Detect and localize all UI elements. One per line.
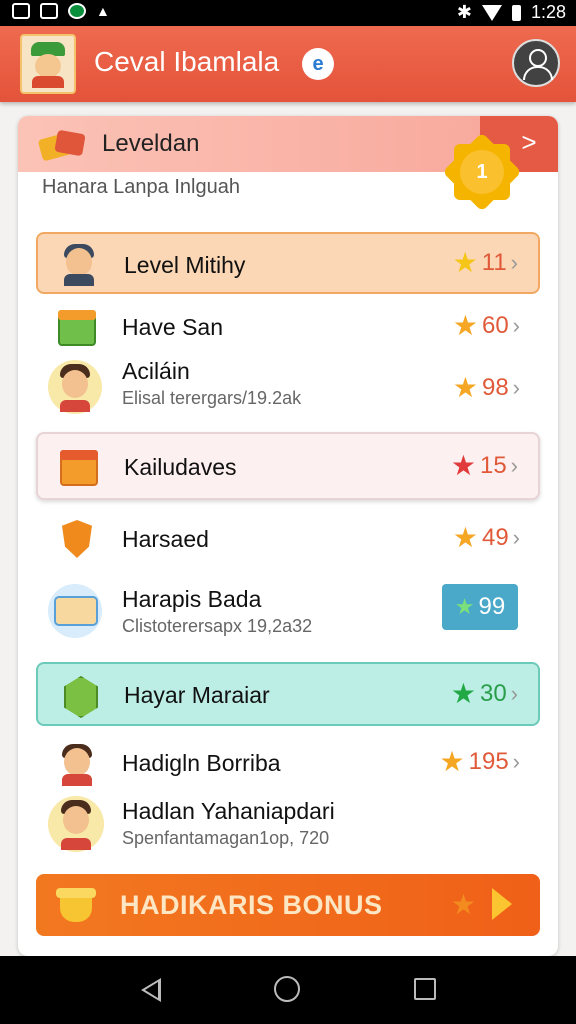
chevron-right-icon: ›	[512, 375, 520, 400]
list-item-title: Aciláin	[122, 358, 190, 384]
status-bar: ▲ ✱ 1:28	[0, 0, 576, 26]
list-item-score: ★ 49 ›	[453, 524, 520, 552]
score-value: 195	[468, 748, 509, 775]
star-icon: ★	[450, 889, 476, 920]
bonus-button[interactable]: HADIKARIS BONUS ★	[36, 874, 540, 936]
list-item-score: ★ 15 ›	[451, 452, 518, 480]
list-item[interactable]: Harapis Bada Clistoterersapx 19,2a32 ★ 9…	[36, 576, 540, 644]
wifi-icon	[481, 4, 502, 21]
list-item-title: Harapis Bada	[122, 586, 262, 612]
star-icon: ★	[454, 594, 475, 619]
list-item-title: Hadigln Borriba	[122, 750, 281, 776]
gem-icon	[56, 672, 102, 718]
status-indicators: ✱ 1:28	[457, 2, 566, 23]
chevron-right-icon: ›	[512, 525, 520, 550]
list-item[interactable]: Have San ★ 60 ›	[36, 300, 540, 356]
rank-medal-badge: 1	[442, 132, 522, 212]
back-button[interactable]	[141, 978, 161, 1002]
chevron-right-icon: ›	[512, 313, 520, 338]
bluetooth-icon: ✱	[456, 2, 472, 22]
chevron-right-icon: ›	[510, 250, 518, 275]
list-item-score: ★ 98 ›	[453, 374, 520, 402]
list-item-title: Harsaed	[122, 526, 209, 552]
app-notification-icon	[68, 3, 86, 19]
list-item[interactable]: Kailudaves ★ 15 ›	[36, 432, 540, 500]
list-item-subtitle: Clistoterersapx 19,2a32	[122, 616, 313, 636]
profile-button[interactable]	[512, 39, 560, 87]
list-item-title: Hayar Maraiar	[124, 682, 270, 708]
gift-icon	[37, 126, 86, 164]
list-item-title: Level Mitihy	[124, 252, 246, 278]
score-value: 30	[479, 680, 507, 707]
list-item-score: ★ 99	[442, 584, 518, 630]
list-item-subtitle: Elisal terergars/19.2ak	[122, 388, 302, 408]
card-header-title: Leveldan	[102, 130, 200, 157]
user-icon	[529, 49, 547, 67]
list-item[interactable]: Hadlan Yahaniapdari Spenfantamagan1op, 7…	[36, 792, 540, 858]
list-item-subtitle: Spenfantamagan1op, 720	[122, 828, 330, 848]
avatar-icon	[48, 360, 102, 414]
notification-icon	[12, 3, 30, 19]
app-badge-icon[interactable]: e	[302, 48, 334, 80]
shield-icon	[54, 516, 100, 562]
score-value: 11	[481, 249, 507, 276]
list-item[interactable]: Harsaed ★ 49 ›	[36, 512, 540, 568]
score-value: 15	[479, 452, 507, 479]
card-subtitle: Hanara Lanpa Inlguah	[42, 176, 240, 198]
play-arrow-icon	[492, 888, 512, 920]
score-value: 49	[481, 524, 509, 551]
star-icon: ★	[452, 310, 478, 341]
clock: 1:28	[530, 2, 566, 22]
map-icon	[54, 304, 100, 350]
photo-icon	[40, 3, 58, 19]
score-value: 98	[481, 374, 509, 401]
list-item-title: Hadlan Yahaniapdari	[122, 798, 335, 824]
ninja-icon	[56, 240, 102, 286]
star-icon: ★	[452, 247, 478, 278]
star-icon: ★	[439, 746, 465, 777]
list-item-title: Have San	[122, 314, 224, 340]
ticket-icon	[48, 584, 102, 638]
navigation-bar	[0, 956, 576, 1024]
chevron-right-icon: ›	[510, 681, 518, 706]
app-logo[interactable]	[20, 34, 76, 94]
list-item-score: ★ 195 ›	[440, 748, 520, 776]
battery-icon	[511, 4, 521, 21]
list-item[interactable]: Hayar Maraiar ★ 30 ›	[36, 662, 540, 726]
bonus-button-label: HADIKARIS BONUS	[120, 890, 383, 920]
star-icon: ★	[452, 522, 478, 553]
chevron-right-icon: ›	[512, 749, 520, 774]
treasure-icon	[56, 886, 96, 924]
list-item-score: ★ 11 ›	[453, 249, 518, 277]
app-title: Ceval Ibamlala	[94, 46, 280, 77]
score-value: 99	[478, 593, 506, 620]
medal-number: 1	[460, 150, 504, 194]
character-icon	[54, 740, 100, 786]
list-item-title: Kailudaves	[124, 454, 237, 480]
avatar-icon	[48, 796, 104, 852]
chevron-right-icon: ›	[510, 453, 518, 478]
gift-box-icon	[56, 444, 102, 490]
status-notifications: ▲	[12, 3, 110, 19]
level-card: Leveldan > 1 Hanara Lanpa Inlguah Level …	[18, 116, 558, 956]
app-bar: Ceval Ibamlala e	[0, 26, 576, 102]
list-item[interactable]: Aciláin Elisal terergars/19.2ak ★ 98 ›	[36, 356, 540, 420]
list-item-score: ★ 30 ›	[451, 680, 518, 708]
star-icon: ★	[450, 678, 476, 709]
list-item[interactable]: Hadigln Borriba ★ 195 ›	[36, 736, 540, 794]
list-item[interactable]: Level Mitihy ★ 11 ›	[36, 232, 540, 294]
home-button[interactable]	[274, 976, 300, 1002]
score-value: 60	[481, 312, 509, 339]
star-icon: ★	[452, 372, 478, 403]
recent-apps-button[interactable]	[414, 978, 436, 1000]
star-icon: ★	[450, 450, 476, 481]
list-item-score: ★ 60 ›	[453, 312, 520, 340]
game-controller-icon: ▲	[96, 3, 110, 19]
